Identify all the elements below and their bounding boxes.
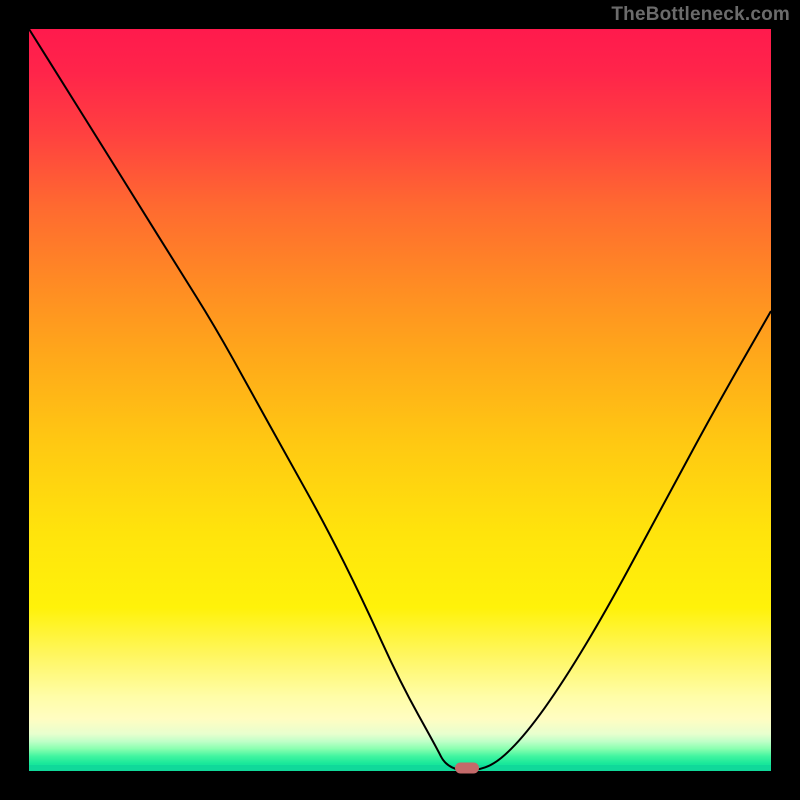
curve-svg bbox=[29, 29, 771, 771]
curve-path bbox=[29, 29, 771, 771]
chart-canvas: TheBottleneck.com bbox=[0, 0, 800, 800]
watermark-text: TheBottleneck.com bbox=[611, 4, 790, 26]
min-marker bbox=[455, 763, 479, 774]
